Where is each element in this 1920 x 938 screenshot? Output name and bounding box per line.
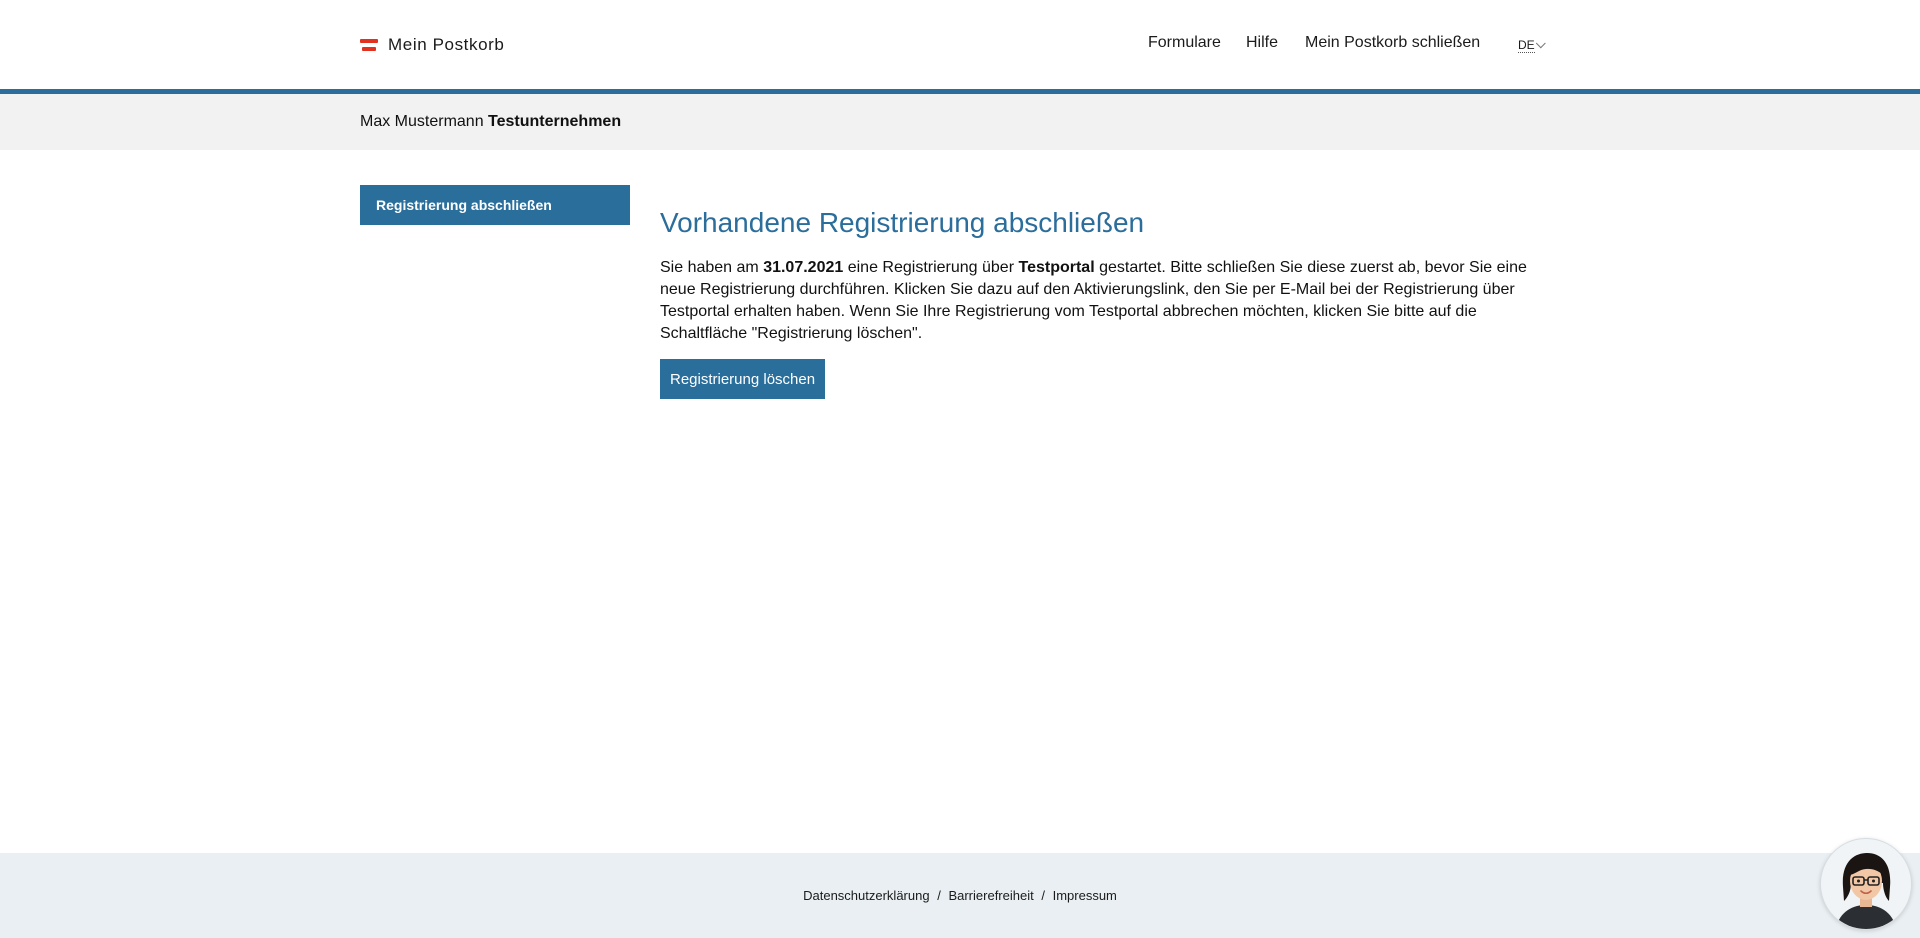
language-code: DE (1518, 38, 1535, 53)
site-footer: Datenschutzerklärung / Barrierefreiheit … (0, 853, 1920, 938)
identity-bar: Max Mustermann Testunternehmen (0, 94, 1920, 150)
assistant-avatar-graphic (1835, 853, 1897, 929)
portal-name: Testportal (1018, 259, 1095, 276)
footer-link-datenschutz[interactable]: Datenschutzerklärung (803, 888, 929, 903)
footer-link-barrierefreiheit[interactable]: Barrierefreiheit (948, 888, 1033, 903)
page: Mein Postkorb Formulare Hilfe Mein Postk… (0, 0, 1920, 938)
language-selector[interactable]: DE (1518, 38, 1546, 53)
nav-link-hilfe[interactable]: Hilfe (1246, 34, 1278, 52)
sidebar-item-registrierung-abschliessen[interactable]: Registrierung abschließen (360, 185, 630, 225)
footer-separator: / (937, 888, 941, 903)
site-header: Mein Postkorb Formulare Hilfe Mein Postk… (0, 0, 1920, 94)
page-title: Vorhandene Registrierung abschließen (660, 207, 1145, 238)
company-name: Testunternehmen (488, 113, 622, 130)
brand-home-link[interactable]: Mein Postkorb (360, 35, 504, 55)
footer-links: Datenschutzerklärung / Barrierefreiheit … (0, 888, 1920, 903)
austria-flag-icon (360, 38, 378, 52)
main-content: Vorhandene Registrierung abschließen Sie… (660, 205, 1560, 399)
sidebar: Registrierung abschließen (360, 185, 630, 225)
assistant-avatar-icon[interactable] (1820, 838, 1912, 930)
footer-link-impressum[interactable]: Impressum (1053, 888, 1117, 903)
footer-separator: / (1041, 888, 1045, 903)
nav-link-postkorb-schliessen[interactable]: Mein Postkorb schließen (1305, 34, 1480, 52)
delete-registration-button[interactable]: Registrierung löschen (660, 359, 826, 399)
user-identity: Max Mustermann Testunternehmen (360, 113, 621, 131)
user-name: Max Mustermann (360, 113, 484, 130)
registration-date: 31.07.2021 (763, 259, 844, 276)
chevron-down-icon (1535, 38, 1546, 49)
brand-title: Mein Postkorb (388, 35, 505, 54)
nav-link-formulare[interactable]: Formulare (1148, 34, 1221, 52)
registration-info-text: Sie haben am 31.07.2021 eine Registrieru… (660, 259, 1527, 342)
